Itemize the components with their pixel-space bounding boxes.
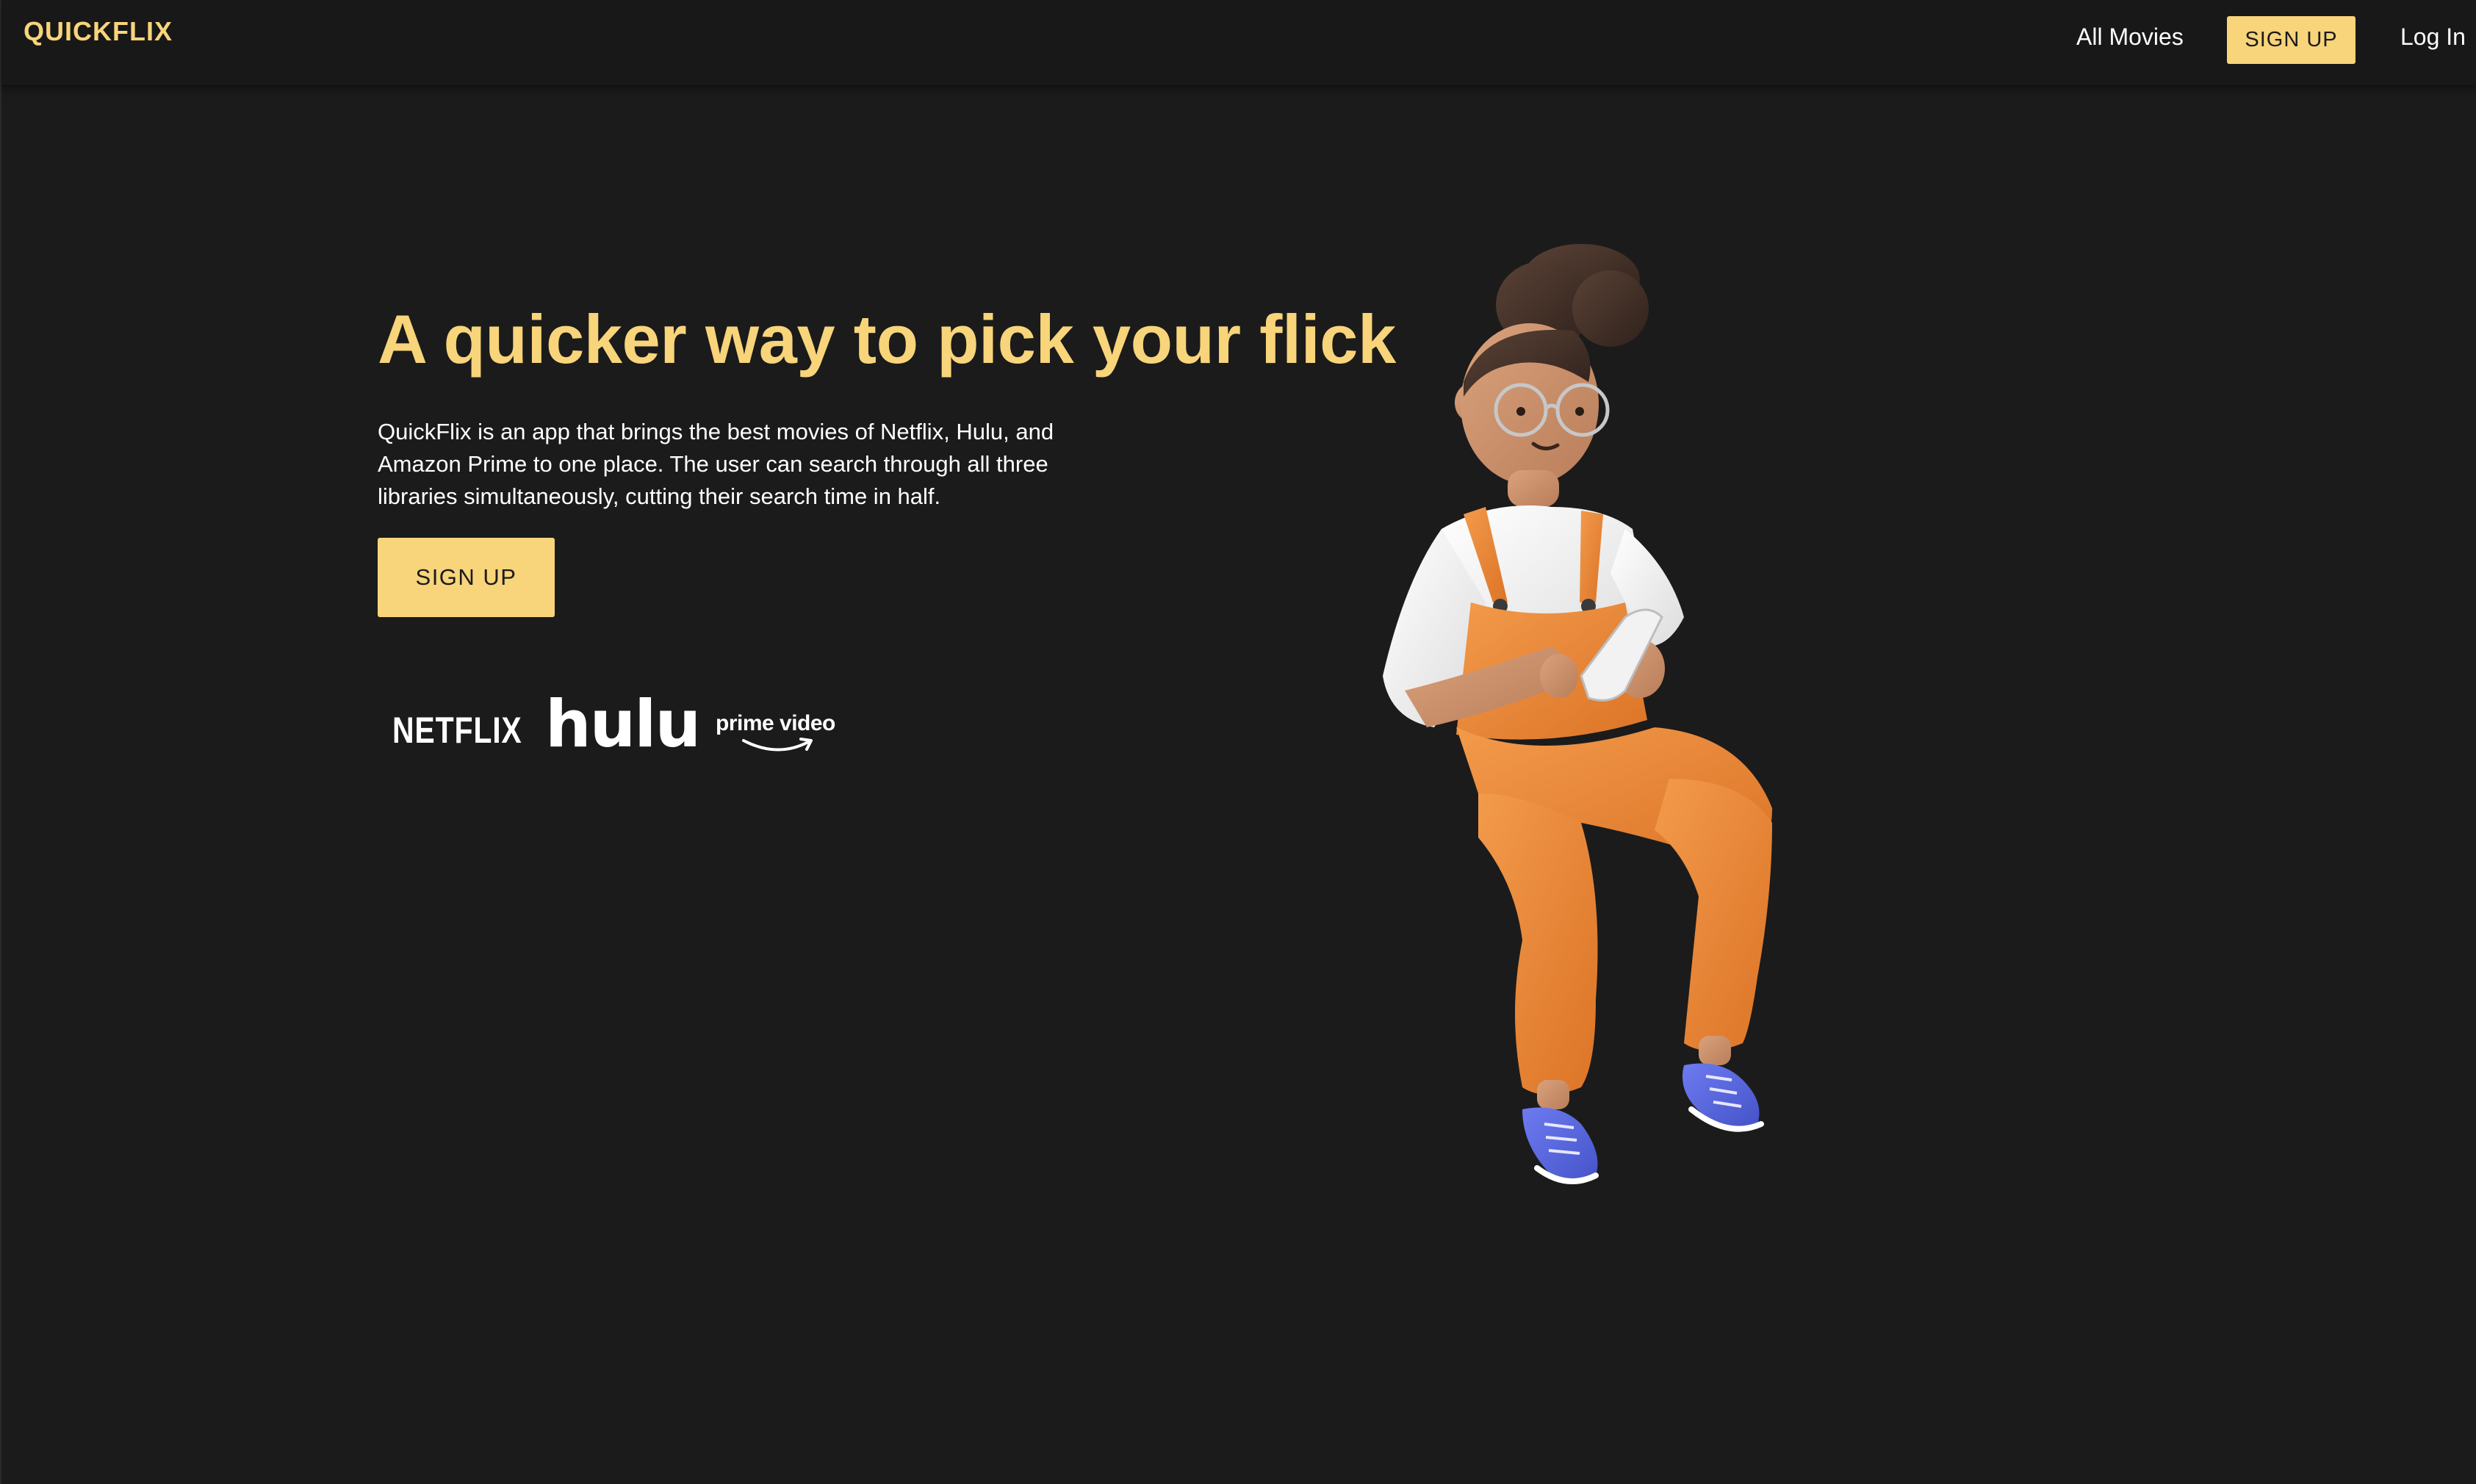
- left-shoe-icon: [1522, 1107, 1599, 1184]
- prime-smile-icon: [742, 738, 813, 752]
- prime-video-logo-text: prime video: [716, 711, 835, 735]
- brand-logo[interactable]: QUICKFLIX: [24, 16, 173, 47]
- landing-page: QUICKFLIX All Movies SIGN UP Log In A qu…: [0, 0, 2476, 1484]
- all-movies-link[interactable]: All Movies: [2076, 24, 2184, 51]
- head: [1455, 323, 1610, 507]
- netflix-logo: NETFLIX: [392, 710, 522, 751]
- hulu-logo: hulu: [545, 686, 701, 762]
- prime-video-logo: prime video: [716, 711, 839, 755]
- hero-signup-button[interactable]: SIGN UP: [378, 538, 555, 617]
- login-link[interactable]: Log In: [2400, 24, 2466, 51]
- nav-signup-button[interactable]: SIGN UP: [2227, 16, 2356, 64]
- hero-title: A quicker way to pick your flick: [378, 300, 1396, 378]
- right-shoe-icon: [1683, 1063, 1764, 1132]
- navbar: QUICKFLIX All Movies SIGN UP Log In: [1, 0, 2476, 87]
- hero-description: QuickFlix is an app that brings the best…: [378, 419, 1054, 509]
- character-illustration: [1383, 244, 1772, 1184]
